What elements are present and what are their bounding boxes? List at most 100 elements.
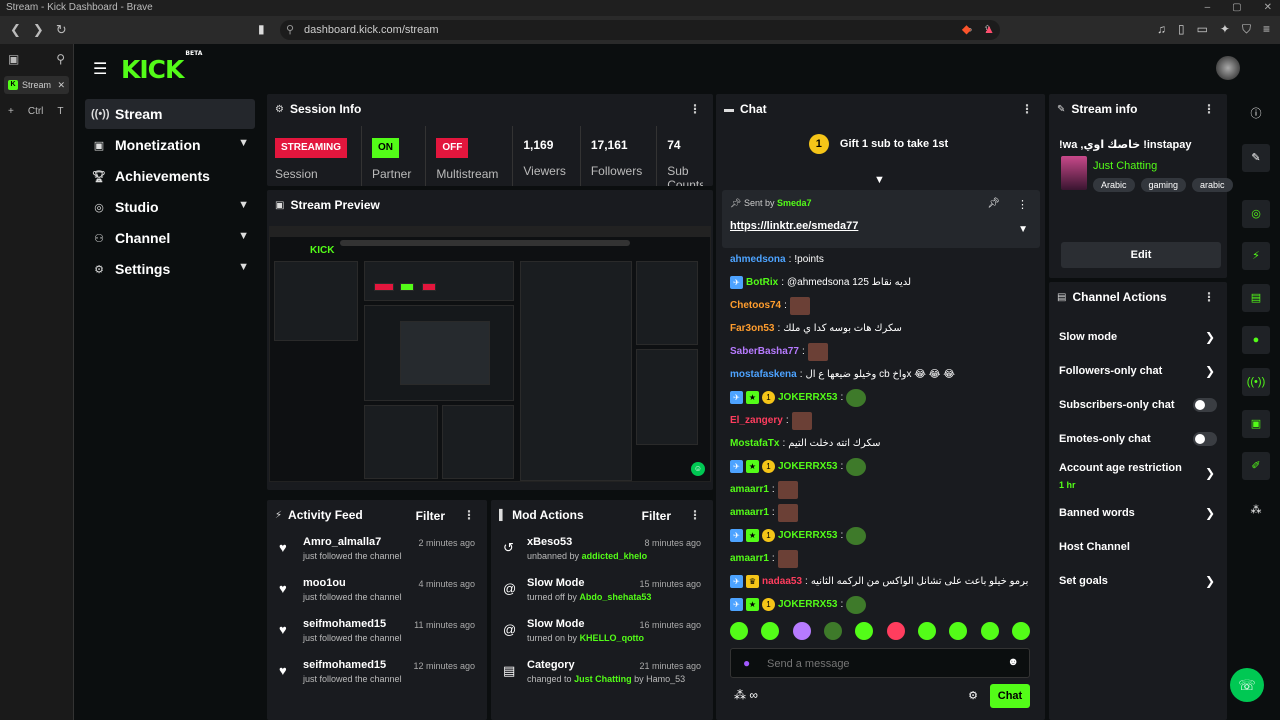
tab-search-icon[interactable]: ⚲ xyxy=(56,52,65,66)
lightning-rail-icon[interactable]: ⚡ xyxy=(1242,242,1270,270)
menu-icon[interactable]: ≡ xyxy=(1263,22,1270,37)
site-settings-icon[interactable]: ⚲ xyxy=(286,20,294,40)
chat-username[interactable]: JOKERRX53 xyxy=(778,458,837,476)
info-icon[interactable]: ⓘ xyxy=(1242,100,1270,128)
chevron-down-icon[interactable]: ▼ xyxy=(1018,224,1028,235)
nav-item-settings[interactable]: ⚙ Settings ▼ xyxy=(85,254,255,284)
tag[interactable]: gaming xyxy=(1140,178,1187,192)
edit-stream-info-button[interactable]: Edit xyxy=(1061,242,1221,268)
close-window-icon[interactable]: ✕ xyxy=(1264,0,1272,16)
reload-icon[interactable]: ↻ xyxy=(56,22,67,38)
maximize-icon[interactable]: ▢ xyxy=(1232,0,1241,16)
more-options-icon[interactable]: ⋮ xyxy=(1017,198,1028,211)
chat-username[interactable]: JOKERRX53 xyxy=(778,596,837,614)
more-options-icon[interactable]: ⋮ xyxy=(1021,102,1033,116)
more-options-icon[interactable]: ⋮ xyxy=(689,508,701,522)
support-chat-icon[interactable]: ☏ xyxy=(1230,668,1264,702)
media-icon[interactable]: ♫ xyxy=(1157,22,1166,37)
subscribers-only-toggle[interactable] xyxy=(1193,398,1217,412)
chat-username[interactable]: BotRix xyxy=(746,274,778,292)
chat-username[interactable]: Chetoos74 xyxy=(730,297,781,315)
chat-username[interactable]: SaberBasha77 xyxy=(730,343,799,361)
chat-username[interactable]: ahmedsona xyxy=(730,251,786,269)
edit-icon[interactable]: ✎ xyxy=(1242,144,1270,172)
kick-logo[interactable]: KICKBETA xyxy=(121,50,202,84)
more-options-icon[interactable]: ⋮ xyxy=(1203,290,1215,304)
action-host-channel[interactable]: Host Channel xyxy=(1049,530,1227,564)
mod-action-by[interactable]: Abdo_shehata53 xyxy=(579,592,651,602)
chat-settings-icon[interactable]: ⚙ xyxy=(968,689,978,702)
tag[interactable]: arabic xyxy=(1192,178,1233,192)
bookmark-icon[interactable]: ▮ xyxy=(258,22,265,36)
chat-username[interactable]: amaarr1 xyxy=(730,481,769,499)
emote-button[interactable] xyxy=(792,622,811,640)
chat-username[interactable]: Far3on53 xyxy=(730,320,774,338)
sidebar-toggle-icon[interactable]: ▯ xyxy=(1178,22,1185,37)
hamburger-menu-icon[interactable]: ☰ xyxy=(93,59,107,79)
more-options-icon[interactable]: ⋮ xyxy=(689,102,701,116)
mod-action-by[interactable]: Just Chatting xyxy=(574,674,632,684)
chat-username[interactable]: amaarr1 xyxy=(730,550,769,568)
mod-action-by[interactable]: KHELLO_qotto xyxy=(580,633,645,643)
back-icon[interactable]: ❮ xyxy=(10,22,21,38)
chat-username[interactable]: mostafaskena xyxy=(730,366,797,384)
tab-panel-icon[interactable]: ▣ xyxy=(8,52,19,66)
send-chat-button[interactable]: Chat xyxy=(990,684,1030,708)
emote-button[interactable] xyxy=(949,622,968,640)
emote-button[interactable] xyxy=(855,622,874,640)
emote-button[interactable] xyxy=(917,622,936,640)
nav-item-monetization[interactable]: ▣ Monetization ▼ xyxy=(85,130,255,160)
user-avatar[interactable] xyxy=(1216,56,1240,80)
unpin-icon[interactable]: 📌︎ xyxy=(987,198,1000,209)
emote-button[interactable] xyxy=(1011,622,1030,640)
more-options-icon[interactable]: ⋮ xyxy=(463,508,475,522)
address-bar[interactable]: ⚲ dashboard.kick.com/stream ⌕ ⇪ xyxy=(280,20,1000,40)
action-slow-mode[interactable]: Slow mode ❯ xyxy=(1049,320,1227,354)
gift-sub-banner[interactable]: 1 Gift 1 sub to take 1st xyxy=(716,134,1041,154)
chat-username[interactable]: El_zangery xyxy=(730,412,783,430)
forward-icon[interactable]: ❯ xyxy=(33,22,44,38)
chat-message-input[interactable] xyxy=(767,655,997,673)
collapse-icon[interactable]: ▼ xyxy=(874,174,885,186)
chat-rail-icon[interactable]: ● xyxy=(1242,326,1270,354)
chat-username[interactable]: amaarr1 xyxy=(730,504,769,522)
emote-button[interactable] xyxy=(886,622,905,640)
filter-button[interactable]: Filter xyxy=(416,509,445,523)
apps-icon[interactable]: ⁂ xyxy=(1242,496,1270,524)
tag[interactable]: Arabic xyxy=(1093,178,1135,192)
nav-item-achievements[interactable]: 🏆︎ Achievements xyxy=(85,161,255,191)
tab-stream[interactable]: K Stream ✕ xyxy=(4,76,69,94)
infinity-icon[interactable]: ⁂ ∞ xyxy=(734,688,758,702)
brave-shield-icon[interactable]: ◆ xyxy=(962,22,971,37)
action-account-age[interactable]: Account age restriction 1 hr ❯ xyxy=(1049,456,1227,496)
more-options-icon[interactable]: ⋮ xyxy=(1203,102,1215,116)
studio-rail-icon[interactable]: ◎ xyxy=(1242,200,1270,228)
wallet-icon[interactable]: ▭ xyxy=(1197,22,1208,37)
brave-rewards-icon[interactable]: ▲ xyxy=(983,22,995,37)
microphone-icon[interactable]: ● xyxy=(743,656,750,670)
close-tab-icon[interactable]: ✕ xyxy=(57,80,65,91)
emote-button[interactable] xyxy=(980,622,999,640)
emoji-picker-icon[interactable]: ☻ xyxy=(1007,656,1019,668)
chat-username[interactable]: MostafaTx xyxy=(730,435,779,453)
broadcast-rail-icon[interactable]: ((•)) xyxy=(1242,368,1270,396)
stream-category[interactable]: Just Chatting xyxy=(1093,160,1157,172)
filter-button[interactable]: Filter xyxy=(642,509,671,523)
vpn-icon[interactable]: ⛉ xyxy=(1242,22,1251,37)
wrench-rail-icon[interactable]: ✐ xyxy=(1242,452,1270,480)
minimize-icon[interactable]: – xyxy=(1205,0,1211,16)
mod-action-by[interactable]: addicted_khelo xyxy=(582,551,648,561)
emotes-only-toggle[interactable] xyxy=(1193,432,1217,446)
pinned-link[interactable]: https://linktr.ee/smeda77 xyxy=(730,220,858,232)
action-followers-only[interactable]: Followers-only chat ❯ xyxy=(1049,354,1227,388)
nav-item-channel[interactable]: ⚇ Channel ▼ xyxy=(85,223,255,253)
action-set-goals[interactable]: Set goals ❯ xyxy=(1049,564,1227,598)
nav-item-studio[interactable]: ◎ Studio ▼ xyxy=(85,192,255,222)
emote-button[interactable] xyxy=(823,622,842,640)
nav-item-stream[interactable]: ((•)) Stream xyxy=(85,99,255,129)
chat-username[interactable]: nadaa53 xyxy=(762,573,802,591)
pinned-user[interactable]: Smeda7 xyxy=(777,198,812,208)
emote-button[interactable] xyxy=(761,622,780,640)
action-banned-words[interactable]: Banned words ❯ xyxy=(1049,496,1227,530)
mod-rail-icon[interactable]: ▣ xyxy=(1242,410,1270,438)
